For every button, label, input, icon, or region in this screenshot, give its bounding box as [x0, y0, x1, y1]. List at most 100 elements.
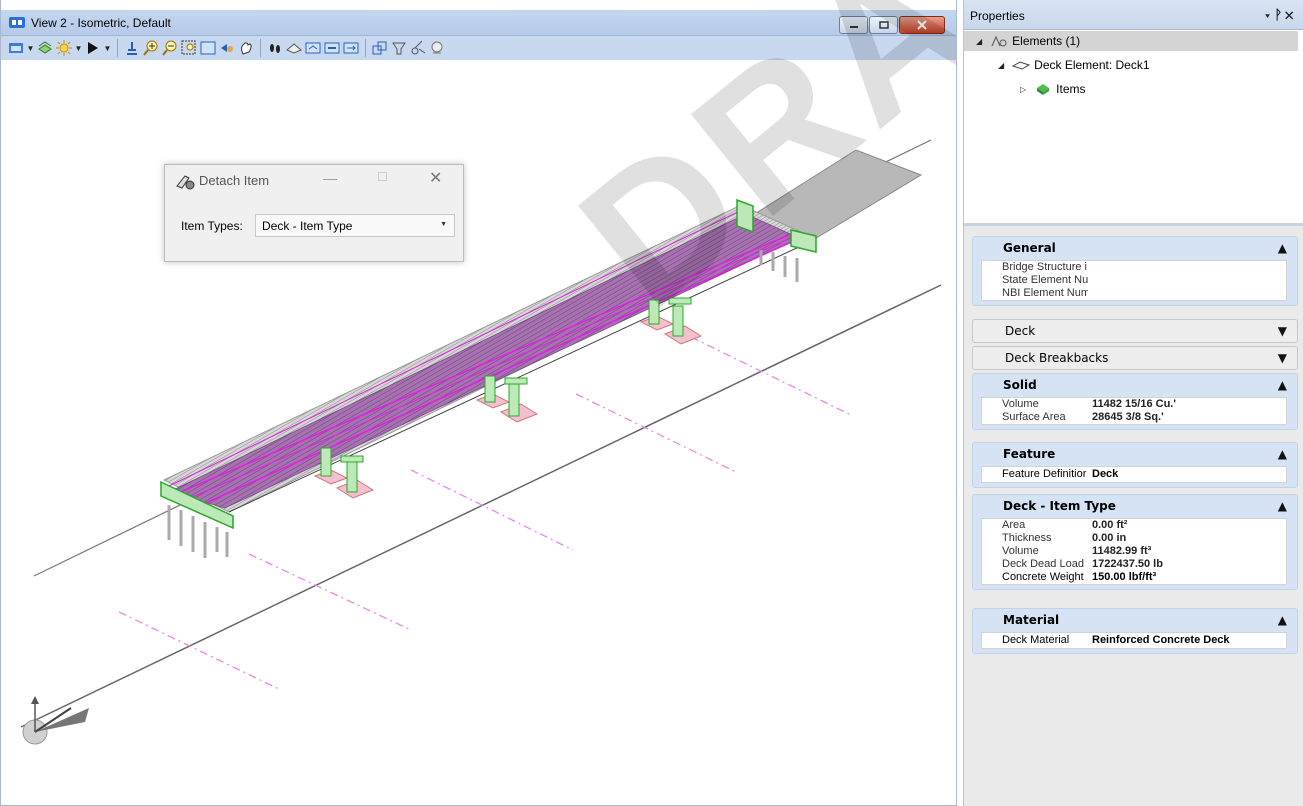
clip-mask-icon	[372, 41, 387, 55]
fit-view-icon	[200, 41, 216, 55]
camera-button[interactable]	[390, 39, 408, 57]
chevron-up-icon: ▲	[1277, 447, 1287, 461]
clip-volume-icon	[343, 42, 359, 54]
section-general: General ▲ Bridge Structure i State Eleme…	[972, 236, 1298, 306]
view-attributes-button[interactable]	[7, 39, 25, 57]
property-row[interactable]: State Element Nu	[982, 274, 1286, 287]
model-view-canvas[interactable]	[1, 60, 957, 806]
zoom-out-icon	[162, 40, 177, 56]
section-solid-header[interactable]: Solid ▲	[973, 374, 1297, 396]
tree-item-items[interactable]: ▷ Items	[1020, 79, 1086, 99]
chevron-up-icon: ▲	[1277, 613, 1287, 627]
maximize-button[interactable]	[869, 16, 898, 34]
view-next-button[interactable]	[304, 39, 322, 57]
expanded-arrow-icon: ◢	[998, 60, 1005, 70]
property-row[interactable]: Feature Definitior Deck	[982, 467, 1286, 482]
clip-volume-button[interactable]	[342, 39, 360, 57]
section-deck-item-type-header[interactable]: Deck - Item Type ▲	[973, 495, 1297, 517]
tree-item-label: Items	[1056, 82, 1086, 96]
level-display-icon	[38, 41, 52, 54]
minimize-button[interactable]	[839, 16, 868, 34]
pier-2	[475, 375, 539, 423]
detach-item-dialog: Detach Item — ☐ ✕ Item Types: Deck - Ite…	[164, 164, 464, 262]
section-material: Material ▲ Deck Material Reinforced Concr…	[972, 608, 1298, 654]
close-button[interactable]	[899, 16, 945, 34]
item-types-select[interactable]: Deck - Item Type ▼	[255, 214, 455, 237]
rotate-view-button[interactable]	[218, 39, 236, 57]
shading-button[interactable]	[84, 39, 102, 57]
tree-item-deck-element[interactable]: ◢ Deck Element: Deck1	[998, 55, 1150, 75]
copy-view-button[interactable]	[323, 39, 341, 57]
property-row[interactable]: Area 0.00 ft²	[982, 519, 1286, 532]
section-title: Material	[1003, 613, 1060, 627]
selection-tree: ◢ Elements (1) ◢ Deck Element: Deck1 ▷ I…	[964, 30, 1303, 226]
display-style-dropdown[interactable]: ▼	[74, 39, 83, 57]
update-view-button[interactable]	[123, 39, 141, 57]
section-material-header[interactable]: Material ▲	[973, 609, 1297, 631]
property-row[interactable]: Surface Area 28645 3/8 Sq.'	[982, 411, 1286, 424]
zoom-in-button[interactable]	[142, 39, 160, 57]
section-feature-header[interactable]: Feature ▲	[973, 443, 1297, 465]
section-deck-breakbacks[interactable]: Deck Breakbacks ▼	[972, 346, 1298, 370]
dialog-minimize-button[interactable]: —	[323, 170, 337, 186]
close-icon	[917, 20, 927, 30]
dialog-maximize-button[interactable]: ☐	[377, 170, 388, 184]
copy-view-icon	[324, 42, 340, 54]
panel-menu-icon[interactable]: ▾	[1264, 7, 1275, 22]
camera-icon	[392, 42, 406, 55]
property-row[interactable]: Deck Dead Load 1722437.50 lb	[982, 558, 1286, 571]
pier-1	[313, 447, 375, 499]
zoom-out-button[interactable]	[161, 39, 179, 57]
view-axis-triad	[22, 696, 89, 745]
tree-item-label: Deck Element: Deck1	[1034, 58, 1150, 72]
property-row[interactable]: Thickness 0.00 in	[982, 532, 1286, 545]
dialog-close-button[interactable]: ✕	[429, 168, 442, 188]
render-icon	[431, 41, 443, 54]
section-title: General	[1003, 241, 1056, 255]
elements-icon	[990, 34, 1008, 48]
pan-view-icon	[241, 42, 252, 55]
section-deck[interactable]: Deck ▼	[972, 319, 1298, 343]
view-titlebar[interactable]: View 2 - Isometric, Default	[1, 10, 956, 36]
render-button[interactable]	[428, 39, 446, 57]
update-view-icon	[127, 42, 137, 55]
maximize-icon	[878, 21, 889, 29]
chevron-down-icon: ▼	[1277, 324, 1287, 338]
property-row[interactable]: NBI Element Num	[982, 287, 1286, 300]
view-previous-button[interactable]	[285, 39, 303, 57]
property-row[interactable]: Volume 11482 15/16 Cu.'	[982, 398, 1286, 411]
view-next-icon	[305, 42, 321, 54]
expanded-arrow-icon: ◢	[976, 36, 983, 46]
clip-mask-button[interactable]	[371, 39, 389, 57]
view-title: View 2 - Isometric, Default	[31, 16, 171, 30]
display-style-button[interactable]	[55, 39, 73, 57]
pan-view-button[interactable]	[237, 39, 255, 57]
level-display-button[interactable]	[36, 39, 54, 57]
section-title: Feature	[1003, 447, 1056, 461]
zoom-in-icon	[143, 40, 158, 56]
pin-icon[interactable]: ᚹ	[1274, 7, 1285, 22]
shading-dropdown[interactable]: ▼	[103, 39, 112, 57]
property-row[interactable]: Concrete Weight 150.00 lbf/ft³	[982, 571, 1286, 584]
tree-item-elements[interactable]: ◢ Elements (1)	[964, 31, 1298, 51]
walk-button[interactable]	[266, 39, 284, 57]
section-title: Solid	[1003, 378, 1037, 392]
close-icon[interactable]: ✕	[1285, 7, 1296, 22]
display-style-icon	[56, 40, 72, 56]
chevron-up-icon: ▲	[1277, 241, 1287, 255]
property-row[interactable]: Deck Material Reinforced Concrete Deck	[982, 633, 1286, 648]
window-area-button[interactable]	[180, 39, 198, 57]
chevron-up-icon: ▲	[1277, 378, 1287, 392]
view-previous-icon	[286, 43, 302, 54]
toggle-button[interactable]	[409, 39, 427, 57]
property-row[interactable]: Bridge Structure i	[982, 261, 1286, 274]
fit-view-button[interactable]	[199, 39, 217, 57]
view-toolbar: ▼ ▼ ▼	[1, 36, 956, 60]
view-attributes-dropdown[interactable]: ▼	[26, 39, 35, 57]
shading-icon	[88, 42, 98, 54]
property-row[interactable]: Volume 11482.99 ft³	[982, 545, 1286, 558]
items-icon	[1034, 82, 1052, 96]
section-general-header[interactable]: General ▲	[973, 237, 1297, 259]
walk-icon	[270, 44, 280, 53]
window-controls	[839, 16, 945, 34]
